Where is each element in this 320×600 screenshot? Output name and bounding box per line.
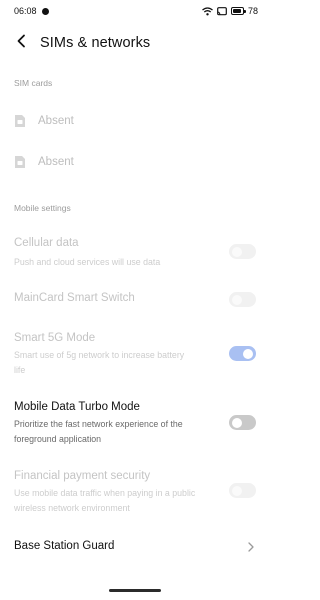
status-bar: 06:08 78 [0,0,270,22]
financial-payment-security-toggle[interactable] [229,483,256,498]
toggle-knob [243,348,253,359]
setting-description: Use mobile data traffic when paying in a… [14,488,196,513]
smart-5g-mode-toggle[interactable] [229,346,256,361]
status-bar-left: 06:08 [14,6,49,16]
screen: 06:08 78 SIMs & networks SIM cards Absen… [0,0,270,600]
setting-description: Push and cloud services will use data [14,257,161,267]
toggle-knob [232,246,242,257]
sim-slot-2[interactable]: Absent [14,152,74,172]
sim-slot-2-status: Absent [38,156,74,168]
sim-card-icon [14,114,26,128]
toggle-knob [232,294,242,305]
mobile-data-turbo-mode-toggle[interactable] [229,415,256,430]
setting-title: Mobile Data Turbo Mode [14,401,140,413]
maincard-smart-switch-toggle[interactable] [229,292,256,307]
notification-dot-icon [41,7,49,15]
setting-title: Base Station Guard [14,540,115,552]
setting-title: Financial payment security [14,470,151,482]
status-time: 06:08 [14,6,37,16]
section-header-sim-cards: SIM cards [14,78,53,88]
setting-smart-5g-mode[interactable]: Smart 5G Mode Smart use of 5g network to… [0,331,270,377]
setting-description: Prioritize the fast network experience o… [14,419,183,444]
setting-title: Smart 5G Mode [14,332,96,344]
top-app-bar: SIMs & networks [0,28,270,58]
sim-slot-1-status: Absent [38,115,74,127]
setting-financial-payment-security[interactable]: Financial payment security Use mobile da… [0,469,270,515]
battery-icon [230,7,246,15]
screen-cast-icon [217,6,227,16]
setting-description: Smart use of 5g network to increase batt… [14,350,185,375]
cellular-data-toggle[interactable] [229,244,256,259]
chevron-left-icon [16,34,26,53]
back-button[interactable] [6,28,36,58]
setting-maincard-smart-switch[interactable]: MainCard Smart Switch [0,290,270,308]
wifi-icon [202,6,213,16]
home-indicator[interactable] [109,589,161,592]
toggle-knob [232,485,242,496]
toggle-knob [232,417,242,428]
section-header-mobile-settings: Mobile settings [14,203,71,213]
page-title: SIMs & networks [40,35,151,51]
battery-level: 78 [247,6,258,16]
setting-title: MainCard Smart Switch [14,292,135,304]
setting-title: Cellular data [14,237,79,249]
sim-card-icon [14,155,26,169]
status-bar-right: 78 [202,6,258,16]
setting-mobile-data-turbo-mode[interactable]: Mobile Data Turbo Mode Prioritize the fa… [0,400,270,446]
sim-slot-1[interactable]: Absent [14,111,74,131]
setting-base-station-guard[interactable]: Base Station Guard [0,538,270,556]
setting-cellular-data[interactable]: Cellular data Push and cloud services wi… [0,236,270,270]
chevron-right-icon [246,541,256,553]
